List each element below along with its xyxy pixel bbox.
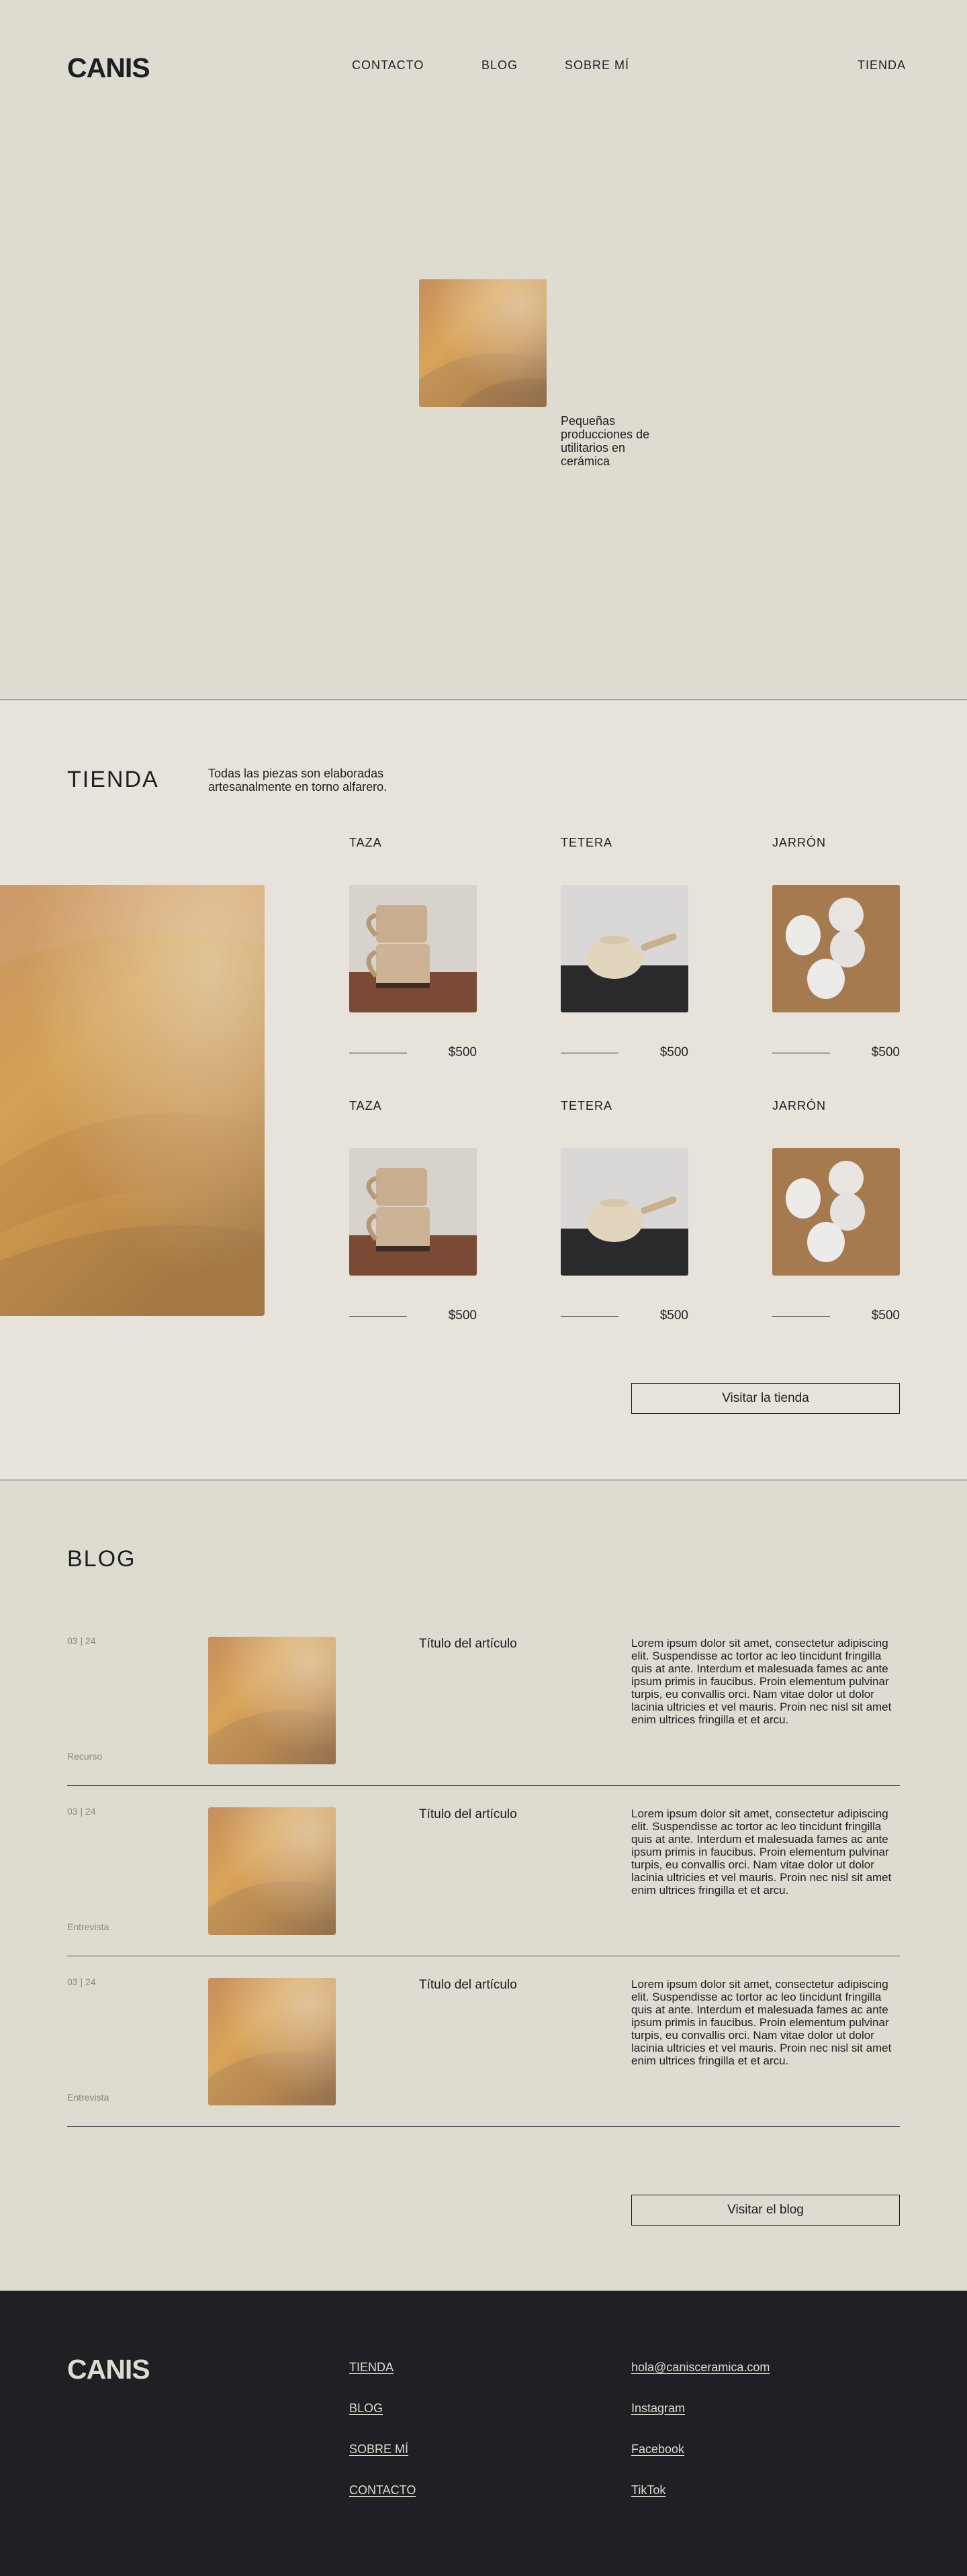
blog-section: BLOG 03 | 24 Recurso Título del artículo… (0, 1480, 967, 2291)
teapot-photo[interactable] (561, 885, 688, 1012)
product-name: TAZA (349, 836, 382, 849)
vases-photo[interactable] (772, 885, 900, 1012)
post-excerpt: Lorem ipsum dolor sit amet, consectetur … (631, 1807, 892, 1897)
product-price: $500 (871, 1045, 900, 1059)
product-price: $500 (659, 1308, 688, 1323)
nav-tienda[interactable]: TIENDA (858, 58, 906, 73)
post-title[interactable]: Título del artículo (419, 1807, 520, 1821)
top-nav: CANIS CONTACTO BLOG SOBRE MÍ TIENDA (0, 0, 967, 132)
price-divider (772, 1316, 830, 1317)
footer-tiktok-link[interactable]: TikTok (631, 2483, 665, 2497)
mugs-photo[interactable] (349, 885, 477, 1012)
tienda-section: TIENDA Todas las piezas son elaboradas a… (0, 700, 967, 1480)
tienda-clay-image (0, 885, 265, 1316)
footer: CANIS TIENDA BLOG SOBRE MÍ CONTACTO hola… (0, 2291, 967, 2576)
visit-shop-button[interactable]: Visitar la tienda (631, 1383, 900, 1414)
post-category: Entrevista (67, 2092, 109, 2103)
post-date: 03 | 24 (67, 1976, 96, 1987)
nav-blog[interactable]: BLOG (481, 58, 518, 73)
product-price: $500 (871, 1308, 900, 1323)
product-name: TAZA (349, 1099, 382, 1112)
post-title[interactable]: Título del artículo (419, 1978, 520, 1992)
footer-link-blog[interactable]: BLOG (349, 2401, 383, 2416)
product-price: $500 (448, 1308, 477, 1323)
product-name: JARRÓN (772, 1099, 827, 1112)
hero-tagline: Pequeñas producciones de utilitarios en … (561, 414, 650, 468)
product-name: JARRÓN (772, 836, 827, 849)
post-category: Entrevista (67, 1921, 109, 1932)
tienda-intro: Todas las piezas son elaboradas artesana… (208, 767, 387, 794)
post-excerpt: Lorem ipsum dolor sit amet, consectetur … (631, 1637, 892, 1726)
hero-section: CANIS CONTACTO BLOG SOBRE MÍ TIENDA Pequ… (0, 0, 967, 700)
nav-sobre-mi[interactable]: SOBRE MÍ (565, 58, 629, 73)
post-excerpt: Lorem ipsum dolor sit amet, consectetur … (631, 1978, 892, 2067)
footer-link-sobre-mi[interactable]: SOBRE MÍ (349, 2442, 408, 2456)
footer-facebook-link[interactable]: Facebook (631, 2442, 684, 2456)
product-name: TETERA (561, 836, 613, 849)
price-divider (349, 1316, 407, 1317)
post-title[interactable]: Título del artículo (419, 1637, 520, 1651)
post-date: 03 | 24 (67, 1806, 96, 1817)
logo[interactable]: CANIS (67, 52, 150, 84)
product-name: TETERA (561, 1099, 613, 1112)
footer-instagram-link[interactable]: Instagram (631, 2401, 685, 2416)
mugs-photo[interactable] (349, 1148, 477, 1276)
post-divider (67, 2126, 900, 2127)
vases-photo[interactable] (772, 1148, 900, 1276)
product-price: $500 (448, 1045, 477, 1059)
footer-link-contacto[interactable]: CONTACTO (349, 2483, 416, 2497)
product-price: $500 (659, 1045, 688, 1059)
blog-title: BLOG (67, 1546, 136, 1572)
nav-contacto[interactable]: CONTACTO (352, 58, 424, 73)
footer-logo[interactable]: CANIS (67, 2354, 150, 2385)
tienda-title: TIENDA (67, 767, 159, 792)
post-image[interactable] (208, 1807, 336, 1935)
post-image[interactable] (208, 1978, 336, 2105)
hero-clay-image (419, 279, 547, 407)
post-category: Recurso (67, 1751, 103, 1762)
post-divider (67, 1785, 900, 1786)
visit-blog-button[interactable]: Visitar el blog (631, 2195, 900, 2226)
footer-link-tienda[interactable]: TIENDA (349, 2360, 394, 2375)
footer-email-link[interactable]: hola@canisceramica.com (631, 2360, 770, 2375)
price-divider (561, 1316, 618, 1317)
teapot-photo[interactable] (561, 1148, 688, 1276)
post-date: 03 | 24 (67, 1635, 96, 1646)
post-image[interactable] (208, 1637, 336, 1764)
